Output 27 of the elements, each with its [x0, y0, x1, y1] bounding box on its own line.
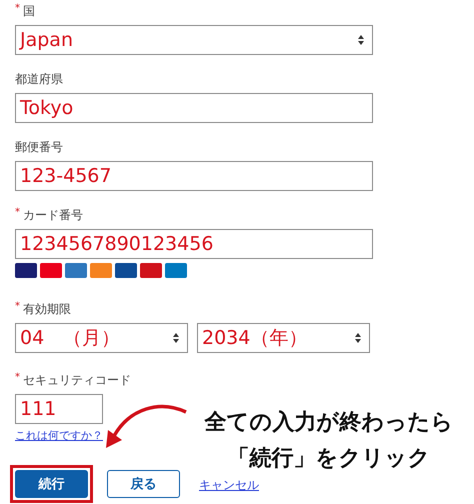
field-label: 都道府県	[15, 72, 63, 86]
arrow-icon	[106, 404, 187, 448]
continue-button[interactable]: 続行	[15, 470, 88, 498]
annotation-text: 「続行」をクリック	[228, 445, 430, 473]
input-field[interactable]: 1234567890123456	[15, 229, 373, 259]
cancel-link[interactable]: キャンセル	[199, 478, 259, 492]
select-field[interactable]: 04 （月）	[15, 323, 188, 353]
required-mark: *	[15, 302, 20, 314]
field-label: 郵便番号	[15, 140, 63, 154]
field-label: 国	[23, 4, 35, 18]
required-mark: *	[15, 373, 20, 385]
input-field[interactable]: Tokyo	[15, 93, 373, 123]
help-link[interactable]: これは何ですか？	[15, 428, 103, 443]
select-field[interactable]: Japan	[15, 25, 373, 55]
field-label: セキュリティコード	[23, 373, 131, 387]
back-button[interactable]: 戻る	[107, 470, 180, 498]
required-mark: *	[15, 208, 20, 220]
sort-icon	[355, 333, 361, 343]
field-label: 有効期限	[23, 302, 71, 316]
required-mark: *	[15, 4, 20, 16]
select-field[interactable]: 2034（年）	[197, 323, 370, 353]
sort-icon	[173, 333, 179, 343]
sort-icon	[358, 35, 364, 45]
input-field[interactable]: 111	[15, 394, 103, 424]
input-field[interactable]: 123-4567	[15, 161, 373, 191]
field-label: カード番号	[23, 208, 83, 222]
annotation-text: 全ての入力が終わったら	[204, 409, 454, 437]
